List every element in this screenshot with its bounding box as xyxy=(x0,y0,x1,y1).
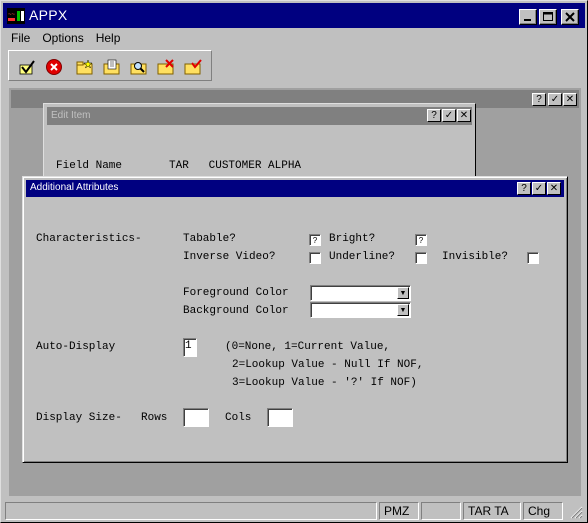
edit-item-help-button[interactable]: ? xyxy=(427,109,441,122)
edit-item-title-bar: Edit Item ? ✓ ✕ xyxy=(47,107,472,125)
mdi-help-button[interactable]: ? xyxy=(532,93,546,106)
auto-display-help-2: 2=Lookup Value - Null If NOF, xyxy=(232,359,424,371)
folder-check-icon xyxy=(184,59,202,75)
bright-checkbox[interactable]: ? xyxy=(415,234,427,246)
maximize-icon xyxy=(543,12,553,21)
resize-grip-icon[interactable] xyxy=(569,505,583,519)
close-icon xyxy=(565,12,575,22)
foreground-color-select[interactable]: ▼ xyxy=(310,285,411,301)
chevron-down-icon[interactable]: ▼ xyxy=(397,304,409,316)
edit-item-ok-button[interactable]: ✓ xyxy=(442,109,456,122)
auto-display-help-3: 3=Lookup Value - '?' If NOF) xyxy=(232,377,417,389)
toolbar-delete-button[interactable] xyxy=(156,57,176,77)
toolbar-ok-button[interactable] xyxy=(17,57,37,77)
minimize-icon xyxy=(524,19,531,21)
edit-item-title: Edit Item xyxy=(51,110,91,121)
mdi-ok-button[interactable]: ✓ xyxy=(548,93,562,106)
app-window: ~~ APPX File Options Help ? ✓ ✕ Edit Ite… xyxy=(0,0,588,523)
menu-bar: File Options Help xyxy=(5,29,126,47)
menu-file[interactable]: File xyxy=(5,29,36,47)
folder-new-icon xyxy=(76,59,93,75)
toolbar-cancel-button[interactable] xyxy=(44,57,64,77)
status-panel-message xyxy=(5,502,377,520)
foreground-color-label: Foreground Color xyxy=(183,287,289,299)
rows-label: Rows xyxy=(141,412,168,424)
folder-search-icon xyxy=(130,62,147,75)
attributes-close-button[interactable]: ✕ xyxy=(547,182,561,195)
field-name-row: Field Name TAR CUSTOMER ALPHA xyxy=(56,160,301,172)
rows-input[interactable] xyxy=(183,408,209,427)
tabable-checkbox[interactable]: ? xyxy=(309,234,321,246)
bright-label: Bright? xyxy=(329,233,376,245)
auto-display-label: Auto-Display xyxy=(36,341,116,353)
characteristics-label: Characteristics- xyxy=(36,233,142,245)
cols-input[interactable] xyxy=(267,408,293,427)
invisible-label: Invisible? xyxy=(442,251,509,263)
cols-label: Cols xyxy=(225,412,252,424)
status-panel-mode: Chg xyxy=(523,502,563,520)
menu-options[interactable]: Options xyxy=(36,29,89,47)
minimize-button[interactable] xyxy=(519,9,537,25)
folder-delete-icon xyxy=(157,59,174,75)
toolbar xyxy=(8,50,212,81)
status-panel-pmz: PMZ xyxy=(379,502,419,520)
toolbar-find-button[interactable] xyxy=(129,57,149,77)
folder-edit-icon xyxy=(103,59,120,75)
attributes-help-button[interactable]: ? xyxy=(517,182,531,195)
menu-help[interactable]: Help xyxy=(90,29,127,47)
field-name-value: TAR CUSTOMER ALPHA xyxy=(169,160,302,172)
status-panel-empty xyxy=(421,502,461,520)
invisible-checkbox[interactable] xyxy=(527,252,539,264)
field-name-label: Field Name xyxy=(56,160,123,172)
inverse-video-checkbox[interactable] xyxy=(309,252,321,264)
app-logo-icon: ~~ xyxy=(7,8,25,24)
toolbar-add-button[interactable] xyxy=(75,57,95,77)
underline-checkbox[interactable] xyxy=(415,252,427,264)
svg-text:~~: ~~ xyxy=(8,12,16,18)
attributes-title-bar: Additional Attributes ? ✓ ✕ xyxy=(26,180,564,197)
window-title: APPX xyxy=(29,7,68,23)
auto-display-help-1: (0=None, 1=Current Value, xyxy=(225,341,391,353)
status-panel-tar: TAR TA xyxy=(463,502,521,520)
title-bar: ~~ APPX xyxy=(3,3,585,28)
inverse-video-label: Inverse Video? xyxy=(183,251,276,263)
attributes-ok-button[interactable]: ✓ xyxy=(532,182,546,195)
edit-item-close-button[interactable]: ✕ xyxy=(457,109,471,122)
additional-attributes-dialog: Additional Attributes ? ✓ ✕ Characterist… xyxy=(22,176,568,463)
toolbar-verify-button[interactable] xyxy=(183,57,203,77)
toolbar-edit-button[interactable] xyxy=(102,57,122,77)
background-color-label: Background Color xyxy=(183,305,289,317)
display-size-label: Display Size- xyxy=(36,412,122,424)
underline-label: Underline? xyxy=(329,251,396,263)
maximize-button[interactable] xyxy=(539,9,557,25)
auto-display-input[interactable]: 1 xyxy=(183,338,197,357)
checkmark-icon xyxy=(19,60,35,75)
cancel-icon xyxy=(46,59,62,75)
background-color-select[interactable]: ▼ xyxy=(310,302,411,318)
mdi-close-button[interactable]: ✕ xyxy=(563,93,577,106)
tabable-label: Tabable? xyxy=(183,233,236,245)
status-bar: PMZ TAR TA Chg xyxy=(3,501,585,521)
attributes-title: Additional Attributes xyxy=(30,182,119,193)
chevron-down-icon[interactable]: ▼ xyxy=(397,287,409,299)
close-button[interactable] xyxy=(561,9,579,25)
